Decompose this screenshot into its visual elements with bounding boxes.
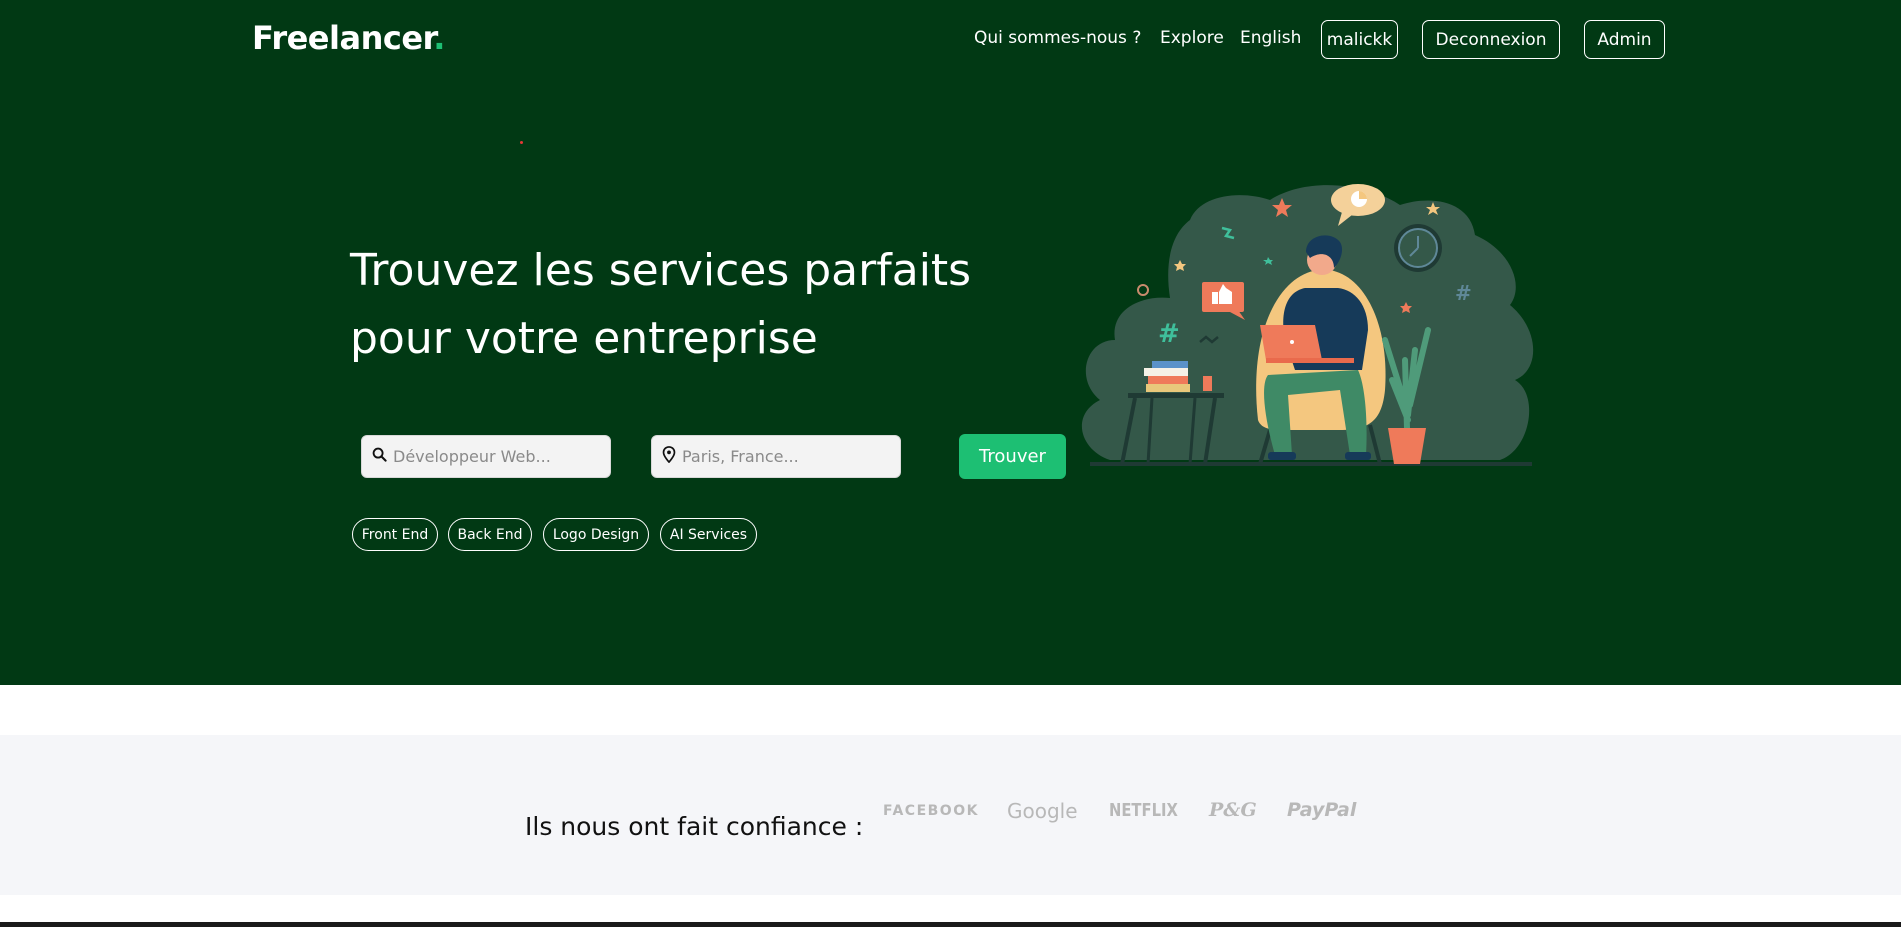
decorative-dot (520, 141, 523, 144)
tag-front-end[interactable]: Front End (352, 518, 438, 551)
bottom-bar (0, 922, 1901, 927)
nav-explore-link[interactable]: Explore (1160, 28, 1224, 48)
nav-about-link[interactable]: Qui sommes-nous ? (974, 28, 1141, 48)
brand-facebook-logo: FACEBOOK (883, 803, 979, 819)
location-pin-icon (662, 446, 676, 467)
trust-label: Ils nous ont fait confiance : (525, 812, 864, 841)
search-icon (372, 447, 387, 466)
tag-ai-services[interactable]: AI Services (660, 518, 757, 551)
logo-dot: . (433, 19, 445, 57)
svg-text:#: # (1455, 281, 1472, 305)
location-search-box[interactable] (651, 435, 901, 478)
logout-button[interactable]: Deconnexion (1422, 20, 1560, 59)
headline-line-1: Trouvez les services parfaits (350, 245, 972, 296)
svg-text:#: # (1158, 319, 1180, 349)
brand-netflix-logo: NETFLIX (1109, 800, 1178, 821)
tag-logo-design[interactable]: Logo Design (543, 518, 649, 551)
location-search-input[interactable] (682, 447, 882, 466)
service-search-input[interactable] (393, 447, 593, 466)
nav-language-link[interactable]: English (1240, 28, 1301, 48)
brand-paypal-logo: PayPal (1287, 799, 1357, 821)
headline-line-2: pour votre entreprise (350, 313, 818, 364)
logo[interactable]: Freelancer. (252, 19, 445, 57)
tag-back-end[interactable]: Back End (448, 518, 532, 551)
user-button[interactable]: malickk (1321, 20, 1398, 59)
service-search-box[interactable] (361, 435, 611, 478)
admin-button[interactable]: Admin (1584, 20, 1665, 59)
find-button[interactable]: Trouver (959, 434, 1066, 479)
freelancer-illustration: # # (1081, 184, 1534, 466)
hero-headline: Trouvez les services parfaits pour votre… (350, 237, 1030, 373)
brand-google-logo: Google (1007, 799, 1078, 823)
brand-pg-logo: P&G (1209, 799, 1257, 821)
